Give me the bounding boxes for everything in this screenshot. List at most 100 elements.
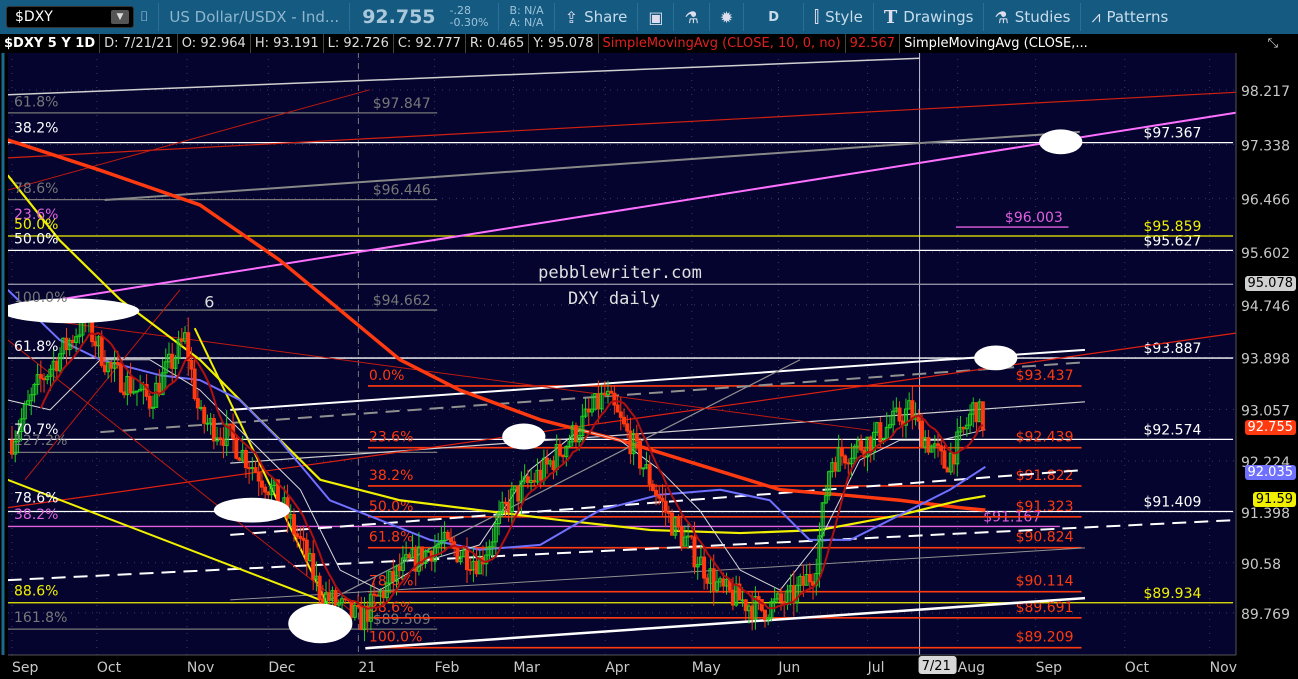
- candle: [756, 596, 761, 601]
- candle: [586, 408, 591, 413]
- study-sma10-value: 92.567: [846, 34, 901, 53]
- candle: [817, 535, 822, 574]
- symbol-selector[interactable]: $DXY ▼: [6, 6, 134, 28]
- level-label: $96.003: [1005, 210, 1063, 226]
- candle: [490, 541, 495, 548]
- candle: [420, 546, 425, 564]
- y-tick-label: 98.217: [1241, 84, 1290, 100]
- candle: [384, 582, 389, 599]
- candle: [596, 393, 601, 410]
- annotation-title: DXY daily: [568, 289, 660, 309]
- candle: [724, 579, 729, 587]
- level-label: $91.167: [983, 509, 1041, 525]
- candle: [275, 479, 280, 504]
- candle: [622, 416, 627, 425]
- candle: [519, 480, 524, 502]
- flask-button[interactable]: ⚗: [678, 8, 704, 27]
- fib-percent-label: 38.2%: [369, 468, 413, 484]
- divider: [743, 3, 745, 31]
- candle: [657, 494, 662, 499]
- candle: [199, 406, 204, 409]
- drawings-button[interactable]: T Drawings: [878, 7, 980, 28]
- candle: [317, 575, 322, 600]
- candle: [730, 589, 735, 606]
- scale-toggle-icon[interactable]: ⤡: [1264, 34, 1298, 53]
- candle: [474, 560, 479, 575]
- candle: [167, 353, 172, 363]
- candle: [612, 392, 617, 406]
- candle: [115, 362, 120, 365]
- candle: [458, 556, 463, 563]
- fib-extension-label: 38.2%: [14, 121, 58, 137]
- style-button[interactable]: ⫿ Style: [808, 7, 869, 27]
- candle: [801, 575, 806, 586]
- patterns-button[interactable]: ⩘ Patterns: [1085, 7, 1174, 27]
- candle: [291, 514, 296, 535]
- candle: [500, 501, 505, 514]
- chart-background: [0, 34, 1298, 679]
- x-tick-label: Apr: [605, 660, 629, 676]
- trendline: [100, 361, 1086, 434]
- x-tick-label: Oct: [97, 660, 122, 676]
- chevron-down-icon[interactable]: ▼: [111, 10, 129, 24]
- candle: [448, 537, 453, 543]
- candle: [827, 471, 832, 497]
- study-sma2[interactable]: SimpleMovingAvg (CLOSE,...: [900, 34, 1092, 53]
- candle: [231, 424, 236, 440]
- candle: [913, 414, 918, 420]
- candle: [215, 437, 220, 442]
- candle: [580, 415, 585, 437]
- candle: [314, 575, 319, 580]
- candle: [782, 601, 787, 605]
- level-label: $89.509: [373, 612, 431, 628]
- link-icon[interactable]: ⌷: [134, 9, 154, 25]
- candle: [404, 554, 409, 559]
- candle: [820, 502, 825, 537]
- bar-date: D: 7/21/21: [100, 34, 178, 53]
- candle: [439, 540, 444, 545]
- candle: [90, 315, 95, 343]
- candle: [324, 592, 329, 606]
- news-button[interactable]: ▣: [642, 8, 669, 27]
- price-chart[interactable]: $97.367 $95.627$95.859 $93.887 $92.574 $91.4…: [0, 0, 1298, 679]
- candle: [61, 337, 66, 355]
- candle: [971, 402, 976, 415]
- candle: [980, 401, 985, 431]
- candle: [106, 362, 111, 373]
- candle: [503, 501, 508, 504]
- candle: [615, 404, 620, 413]
- candle: [535, 469, 540, 483]
- divider: [983, 3, 985, 31]
- candle: [160, 372, 165, 396]
- candle: [429, 550, 434, 562]
- studies-button[interactable]: ⚗ Studies: [988, 8, 1076, 27]
- candle: [170, 353, 175, 369]
- last-price: 92.755: [362, 6, 436, 28]
- candle: [740, 599, 745, 602]
- candle: [618, 411, 623, 418]
- fib-extension-label: 50.0%: [14, 231, 58, 247]
- x-tick-label: Oct: [1125, 660, 1150, 676]
- candle: [125, 376, 130, 396]
- candle: [397, 565, 402, 572]
- x-tick-label: Nov: [1210, 660, 1237, 676]
- candle: [564, 446, 569, 458]
- level-label: $93.887: [1143, 341, 1201, 357]
- candle: [285, 497, 290, 519]
- candle: [48, 368, 53, 377]
- candle: [243, 449, 248, 469]
- candle: [112, 362, 117, 369]
- candle: [919, 420, 924, 448]
- candle: [144, 384, 149, 397]
- share-button[interactable]: ⇪ Share: [559, 8, 634, 27]
- aggregation-button[interactable]: D: [748, 10, 799, 25]
- settings-button[interactable]: ✹: [714, 8, 739, 27]
- y-tick-label: 96.466: [1241, 192, 1290, 208]
- candle: [391, 570, 396, 582]
- candle: [855, 440, 860, 447]
- study-sma10[interactable]: SimpleMovingAvg (CLOSE, 10, 0, no): [599, 34, 846, 53]
- candle: [759, 599, 764, 611]
- candle: [791, 585, 796, 603]
- candle: [708, 568, 713, 584]
- candle: [307, 553, 312, 562]
